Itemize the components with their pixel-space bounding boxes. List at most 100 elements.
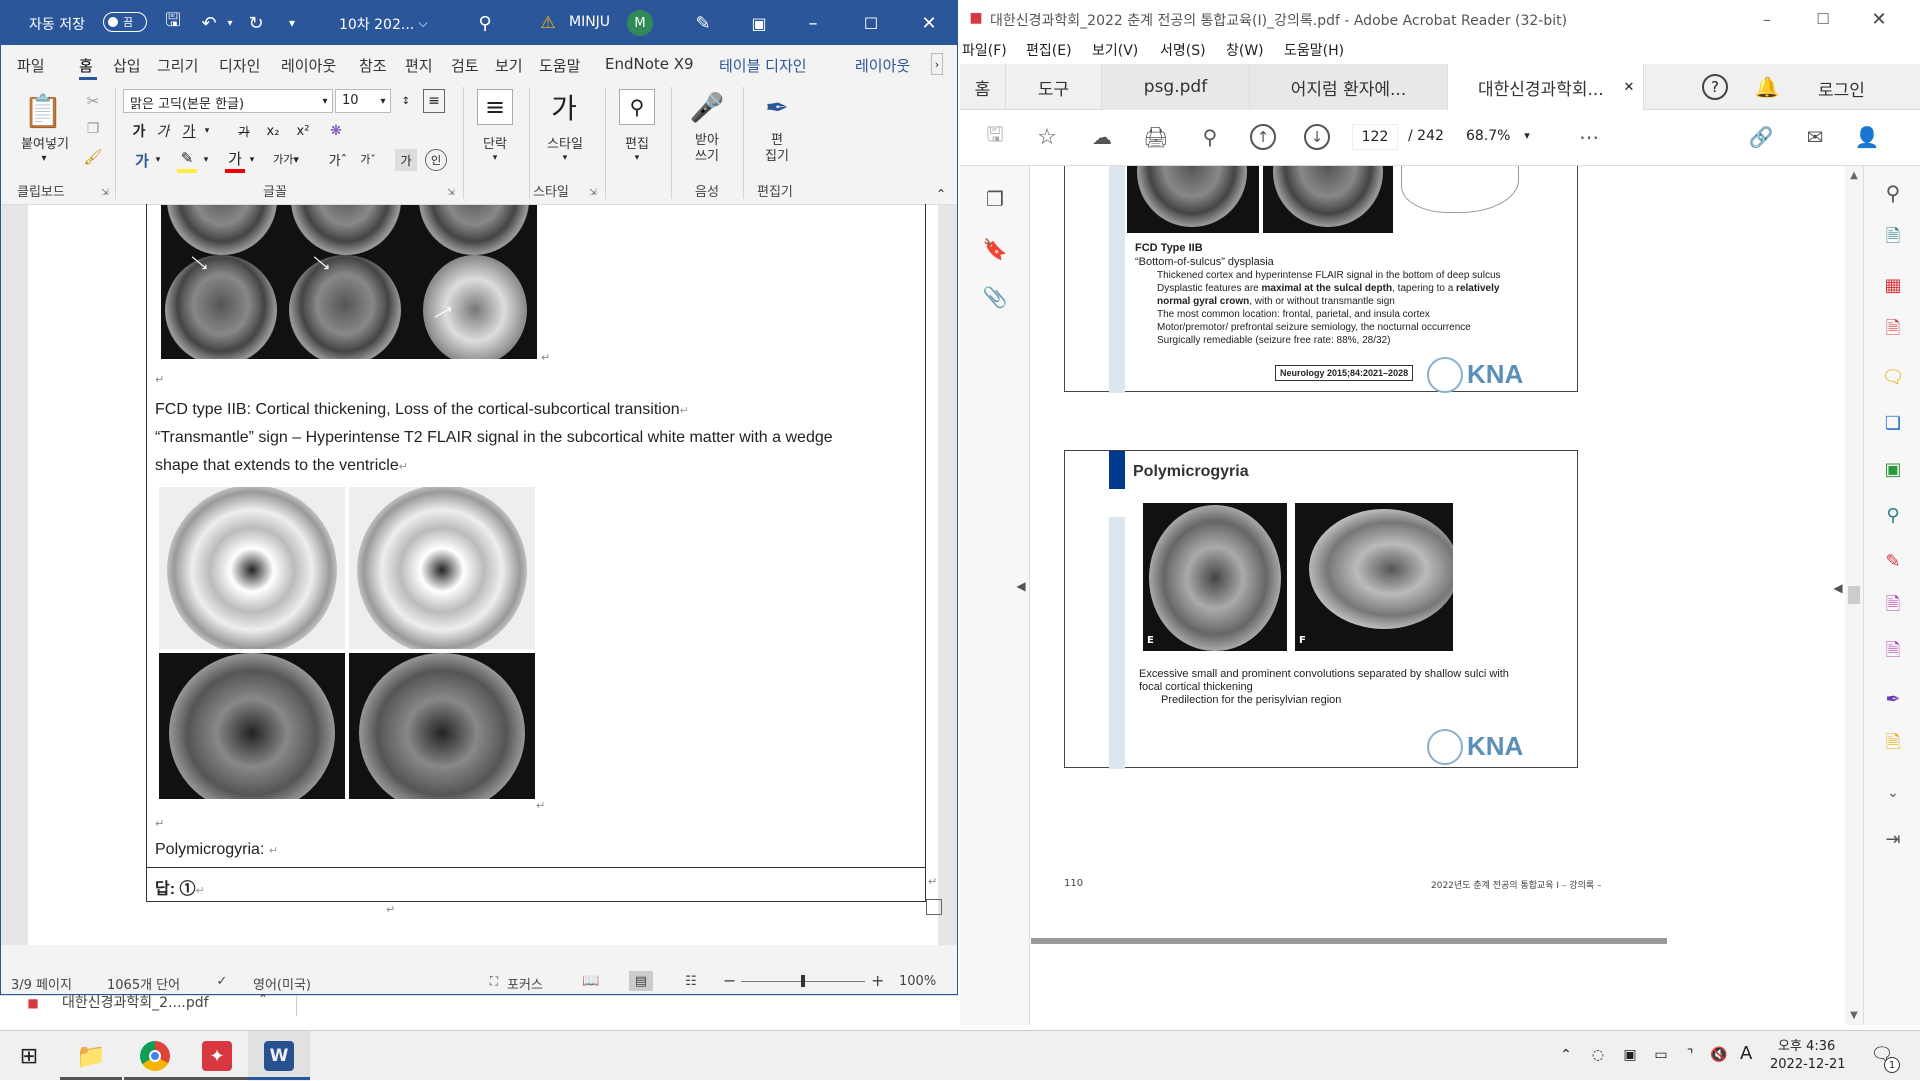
underline-dropdown-icon[interactable]: ▾	[201, 121, 213, 141]
scroll-down-icon[interactable]: ▼	[1847, 1008, 1861, 1022]
scroll-up-icon[interactable]: ▲	[1847, 168, 1861, 182]
menu-help[interactable]: 도움말(H)	[1284, 40, 1344, 60]
styles-launcher-icon[interactable]: ⇲	[587, 187, 599, 199]
text-effects-color-icon[interactable]: 가	[131, 149, 153, 171]
zoom-in-icon[interactable]: +	[871, 971, 884, 990]
editing-dropdown-icon[interactable]: ▾	[631, 151, 643, 165]
zoom-out-icon[interactable]: ⚲	[1196, 124, 1224, 150]
scan-ocr-icon[interactable]: ⚲	[1880, 502, 1906, 528]
proofing-icon[interactable]: ✓	[213, 973, 231, 989]
shrink-font-icon[interactable]: 가ˇ	[357, 149, 379, 169]
italic-icon[interactable]: 가	[153, 121, 173, 141]
protect-icon[interactable]: 🗎	[1880, 640, 1906, 666]
char-spacing-icon[interactable]: 가가▾	[271, 149, 301, 169]
organize-pages-icon[interactable]: ▦	[1880, 272, 1906, 298]
subscript-icon[interactable]: x₂	[263, 121, 283, 141]
highlight-icon[interactable]: ✎	[177, 147, 197, 169]
next-page-icon[interactable]: ↓	[1304, 124, 1330, 150]
print-layout-icon[interactable]: ▤	[629, 971, 653, 991]
close-icon[interactable]: ✕	[1868, 8, 1890, 30]
collapse-tools-icon[interactable]: ⇥	[1880, 826, 1906, 852]
tab-close-icon[interactable]: ✕	[1620, 78, 1638, 96]
format-painter-icon[interactable]: 🖌	[83, 147, 103, 167]
meet-now-icon[interactable]: ◌	[1588, 1045, 1608, 1065]
acrobat-taskbar-icon[interactable]: ✦	[202, 1041, 232, 1071]
paragraph-icon[interactable]: ≡	[477, 89, 513, 125]
wifi-icon[interactable]: ⌝	[1680, 1045, 1700, 1065]
cut-icon[interactable]: ✂	[83, 91, 103, 111]
search-icon[interactable]: ⚲	[473, 11, 497, 35]
file-explorer-icon[interactable]: 📁	[76, 1041, 106, 1071]
save-icon[interactable]: 🖫	[161, 10, 185, 35]
ime-indicator[interactable]: A	[1740, 1043, 1752, 1064]
paragraph-button[interactable]: 단락	[467, 133, 523, 152]
copy-icon[interactable]: ❐	[83, 119, 103, 139]
menu-scroll-right-icon[interactable]: ›	[931, 53, 943, 75]
share-link-icon[interactable]: 🔗	[1746, 124, 1776, 150]
minimize-icon[interactable]: –	[801, 11, 825, 35]
tab-endnote[interactable]: EndNote X9	[605, 55, 694, 73]
paragraph-dropdown-icon[interactable]: ▾	[489, 151, 501, 165]
battery-icon[interactable]: ▭	[1650, 1045, 1672, 1065]
font-color-icon[interactable]: 가	[225, 147, 245, 169]
pdf-viewer[interactable]: FCD Type IIB “Bottom-of-sulcus” dysplasi…	[1031, 166, 1863, 1025]
font-name-select[interactable]: 맑은 고딕(본문 한글)	[123, 89, 333, 113]
tab-draw[interactable]: 그리기	[157, 55, 198, 76]
focus-button[interactable]: 포커스	[507, 974, 543, 993]
doc-answer-line[interactable]: 답: ①↵	[155, 875, 205, 899]
undo-icon[interactable]: ↶	[197, 11, 221, 35]
menu-edit[interactable]: 편집(E)	[1026, 40, 1072, 60]
export-pdf-icon[interactable]: 🗎	[1880, 226, 1906, 252]
styles-button[interactable]: 스타일	[535, 133, 595, 152]
zoom-dropdown-icon[interactable]: ▾	[1520, 126, 1534, 144]
page-thumbnails-icon[interactable]: ❐	[982, 186, 1008, 212]
paste-dropdown-icon[interactable]: ▾	[37, 151, 51, 165]
title-dropdown-icon[interactable]: ⌵	[415, 13, 431, 33]
previous-page-icon[interactable]: ↑	[1250, 124, 1276, 150]
more-tools-expand-icon[interactable]: ⌄	[1880, 780, 1906, 806]
styles-dropdown-icon[interactable]: ▾	[559, 151, 571, 165]
doc-line-transmantle-cont[interactable]: shape that extends to the ventricle↵	[155, 457, 408, 475]
chrome-icon[interactable]	[140, 1041, 170, 1071]
tab-table-design[interactable]: 테이블 디자인	[719, 55, 807, 76]
zoom-level[interactable]: 100%	[899, 974, 936, 989]
attachment-icon[interactable]: 📎	[982, 284, 1008, 310]
document-page[interactable]: ⟶ ⟶ ⟶ ↵ ↵ FCD type IIB: Cortical thicken…	[28, 204, 942, 945]
enclose-char-icon[interactable]: 인	[425, 149, 447, 171]
send-for-comments-icon[interactable]: 🗎	[1880, 732, 1906, 758]
font-launcher-icon[interactable]: ⇲	[445, 187, 457, 199]
find-icon[interactable]: ⚲	[619, 89, 655, 125]
cloud-upload-icon[interactable]: ☁	[1088, 124, 1116, 150]
undo-dropdown-icon[interactable]: ▾	[223, 11, 237, 35]
save-icon[interactable]: 🖫	[982, 122, 1008, 150]
windows-start-icon[interactable]: ⊞	[16, 1043, 42, 1069]
close-icon[interactable]: ✕	[917, 11, 941, 35]
tab-dizziness-pdf[interactable]: 어지럼 환자에...	[1250, 64, 1448, 110]
effects-dropdown-icon[interactable]: ▾	[153, 153, 163, 167]
expand-right-pane-icon[interactable]: ◀	[1831, 578, 1845, 598]
char-shading-icon[interactable]: 가	[395, 149, 417, 171]
underline-icon[interactable]: 가	[179, 121, 199, 141]
editor-button[interactable]: 편 집기	[755, 133, 799, 165]
styles-icon[interactable]: 가	[543, 87, 585, 127]
collapse-ribbon-icon[interactable]: ⌃	[933, 187, 949, 201]
clock-time[interactable]: 오후 4:36	[1778, 1035, 1835, 1054]
pen-icon[interactable]: ✎	[691, 11, 715, 35]
tab-tools[interactable]: 도구	[1006, 64, 1102, 110]
tab-references[interactable]: 참조	[359, 55, 387, 76]
print-icon[interactable]: 🖨	[1142, 124, 1170, 150]
tab-home[interactable]: 홈	[79, 55, 93, 76]
microphone-icon[interactable]: 🎤	[690, 87, 725, 127]
download-item[interactable]: 대한신경과학회_2....pdf	[62, 992, 209, 1012]
more-tools-icon[interactable]: ⋯	[1574, 124, 1604, 150]
tab-kna-pdf[interactable]: 대한신경과학회...	[1448, 64, 1644, 110]
ribbon-display-icon[interactable]: ▣	[747, 11, 771, 35]
volume-muted-icon[interactable]: 🔇	[1708, 1045, 1730, 1065]
language[interactable]: 영어(미국)	[253, 974, 311, 993]
zoom-search-icon[interactable]: ⚲	[1880, 180, 1906, 206]
notification-bell-icon[interactable]: 🔔	[1754, 74, 1780, 100]
tab-view[interactable]: 보기	[495, 55, 523, 76]
strikethrough-icon[interactable]: 가	[233, 121, 255, 141]
superscript-icon[interactable]: x²	[293, 121, 313, 141]
comment-icon[interactable]: 🗨	[1880, 364, 1906, 390]
